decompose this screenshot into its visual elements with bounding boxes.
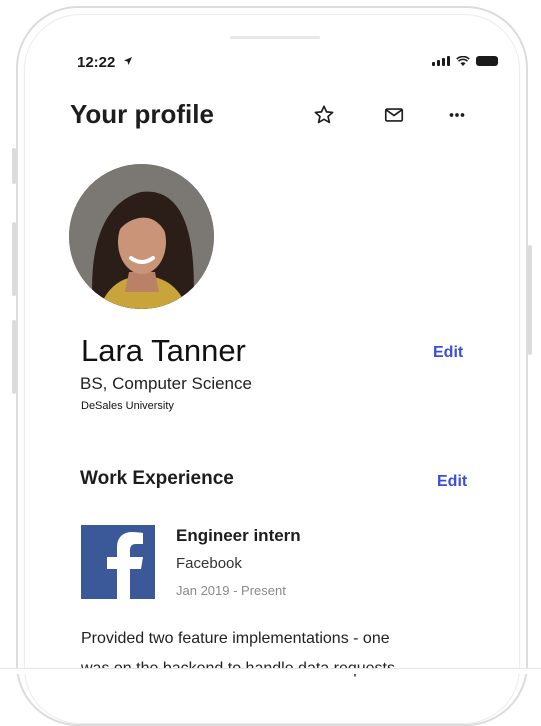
cellular-signal-icon [432, 56, 450, 66]
facebook-logo-icon [81, 525, 155, 599]
status-time-text: 12:22 [77, 54, 116, 71]
star-icon[interactable] [313, 104, 335, 126]
wifi-icon [456, 56, 470, 66]
status-time: 12:22 [77, 54, 133, 71]
profile-name: Lara Tanner [81, 333, 246, 368]
job-company: Facebook [176, 555, 242, 572]
volume-down-button [12, 320, 16, 394]
edit-profile-button[interactable]: Edit [433, 344, 463, 362]
work-experience-title: Work Experience [80, 468, 234, 489]
avatar [69, 164, 214, 309]
bottom-divider [0, 668, 541, 674]
job-dates: Jan 2019 - Present [176, 583, 286, 598]
silent-switch [12, 148, 16, 184]
speaker-grille [230, 36, 320, 39]
status-icons [432, 56, 498, 66]
edit-work-button[interactable]: Edit [437, 473, 467, 491]
job-title: Engineer intern [176, 526, 301, 545]
power-button [528, 245, 532, 355]
battery-icon [476, 56, 498, 66]
job-description-line: Provided two feature implementations - o… [81, 630, 390, 647]
location-arrow-icon [123, 57, 132, 65]
profile-degree: BS, Computer Science [80, 374, 252, 393]
more-icon[interactable] [446, 104, 468, 126]
mail-icon[interactable] [383, 104, 405, 126]
profile-photo [69, 164, 214, 309]
page-title: Your profile [70, 99, 214, 129]
volume-up-button [12, 222, 16, 296]
profile-school: DeSales University [81, 400, 174, 412]
job-description: Provided two feature implementations - o… [81, 624, 481, 684]
